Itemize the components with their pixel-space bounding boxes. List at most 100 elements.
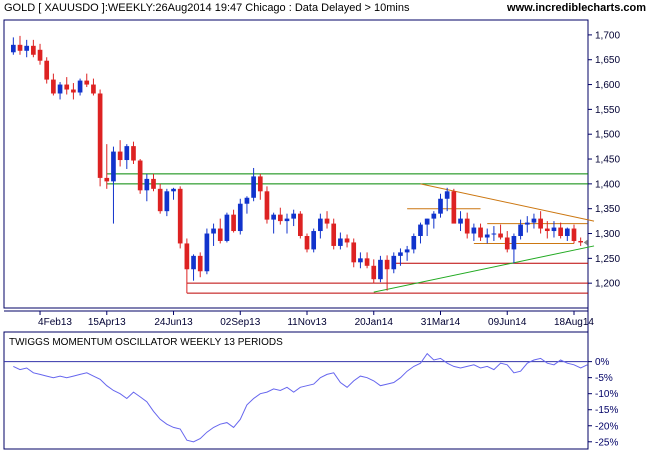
candle-body [291,213,296,219]
candle-body [37,49,43,61]
candle [251,167,256,202]
candle [318,213,323,239]
candle [51,73,56,96]
candle-body [551,227,557,232]
candle-body [17,44,23,51]
candle [84,73,90,88]
candle-body [564,228,570,236]
candle-body [578,240,583,243]
candle [64,77,70,95]
candle-body [264,191,270,220]
candle [518,219,523,240]
candle-body [84,80,90,85]
chart-canvas: 1,200 1,250 1,300 1,350 1,400 1,450 1,500 1,550… [3,19,620,450]
candle-body [498,233,503,238]
x-tick-label: 02Sep13 [220,317,260,328]
candle [24,39,30,58]
candle [211,223,216,246]
candle [451,188,457,224]
candle [324,211,330,229]
candle-body [251,176,256,198]
candle [418,222,423,244]
candle-body [518,224,523,236]
candle [91,78,96,96]
candle-body [31,45,36,55]
candle-body [324,218,330,224]
candle [578,237,583,246]
x-tick-label: 4Feb13 [38,317,72,328]
candle [431,211,437,229]
price-y-tick-label: 1,550 [595,105,620,116]
candle [197,252,203,278]
candle-body [244,197,250,204]
candle-body [491,233,497,235]
candle-body [44,60,50,80]
candle-body [531,218,537,223]
price-y-tick-label: 1,250 [595,254,620,265]
candle [104,144,110,189]
candle-body [164,191,170,212]
candle [304,233,310,253]
candle-body [464,218,470,234]
price-y-tick-label: 1,200 [595,279,620,290]
price-y-tick-label: 1,600 [595,80,620,91]
oscillator-y-tick-label: -20% [595,421,618,432]
candle [31,39,36,58]
candle [478,223,483,241]
oscillator-y-tick-label: -10% [595,389,618,400]
candle-body [471,227,477,234]
candle [571,224,577,244]
price-y-tick-label: 1,350 [595,204,620,215]
candle-body [111,151,116,182]
price-y-tick-label: 1,500 [595,130,620,141]
candle-body [371,265,377,280]
candle-body [137,160,143,191]
candle-body [51,79,56,94]
candle-body [151,178,156,189]
candle-body [391,255,397,270]
candle [484,228,490,244]
x-tick-label: 18Aug14 [554,317,594,328]
oscillator-title: TWIGGS MOMENTUM OSCILLATOR WEEKLY 13 PER… [9,337,283,348]
candle-body [311,231,317,250]
candle [491,226,497,241]
candle-body [411,236,417,250]
candle-body [117,151,123,161]
candle [191,254,196,281]
price-y-tick-label: 1,700 [595,30,620,41]
candle-body [144,178,150,191]
candle [271,212,276,234]
candle [244,196,250,214]
candle-body [184,243,190,270]
candle-body [237,203,243,232]
candle [391,252,397,274]
candle [97,89,103,187]
candle [291,209,296,227]
candle [298,211,303,239]
candle [384,255,390,291]
x-tick-label: 09Jun14 [488,317,527,328]
candle-body [431,213,437,219]
candle-body [57,84,63,94]
candle-body [404,249,410,253]
candle-body [458,218,463,224]
candle-body [284,218,290,222]
candle [184,238,190,294]
candle [57,82,63,100]
candle [524,216,530,233]
candle-body [157,188,163,212]
candle-body [504,237,510,250]
candle-body [304,236,310,250]
candle [424,218,430,236]
candle [171,187,176,200]
oscillator-y-tick-label: -15% [595,405,618,416]
candle-body [418,224,423,236]
candle [378,255,383,283]
candle [17,35,23,55]
candle-body [191,255,196,270]
price-y-tick-label: 1,400 [595,179,620,190]
candle [117,140,123,167]
candle [364,252,370,269]
candle [277,207,283,225]
candle-body [351,242,357,263]
